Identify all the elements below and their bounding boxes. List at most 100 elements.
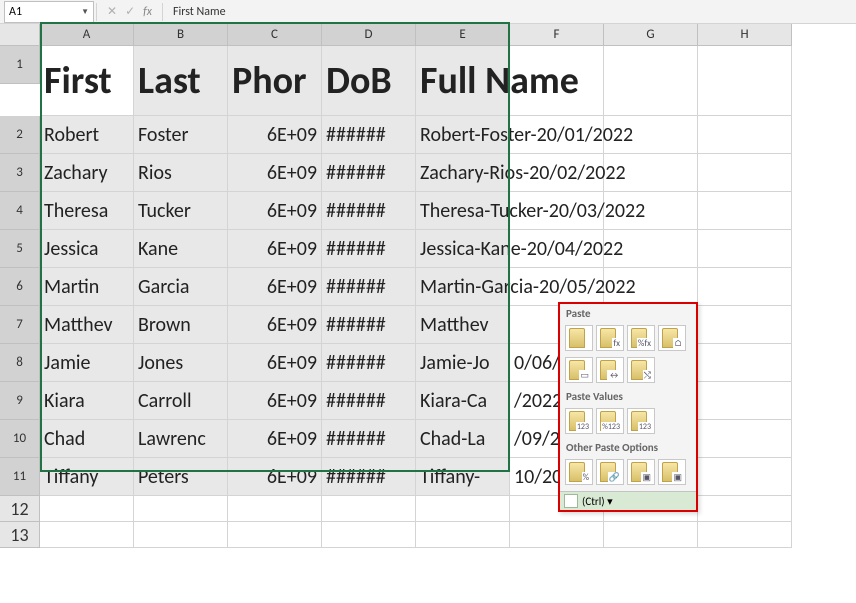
row-header[interactable]: 7 [0, 306, 40, 344]
chevron-down-icon[interactable]: ▼ [81, 7, 89, 17]
cell[interactable] [228, 496, 322, 522]
cell[interactable] [698, 230, 792, 268]
cell[interactable]: Peters [134, 458, 228, 496]
cell[interactable] [698, 116, 792, 154]
column-header[interactable]: C [228, 24, 322, 46]
row-header[interactable]: 1 [0, 46, 40, 84]
cell[interactable]: 6E+09 [228, 382, 322, 420]
paste-keep-colwidths-button[interactable]: ↔ [596, 357, 624, 383]
cell[interactable]: Jamie-Jo [416, 344, 510, 382]
cell[interactable]: Martin-Garcia-20/05/2022 [416, 268, 510, 306]
paste-values-numfmt-button[interactable]: %123 [596, 408, 624, 434]
spreadsheet-grid[interactable]: ABCDEFGH1FirstLastPhorDoBFull Name2Rober… [0, 24, 856, 548]
cell[interactable]: Phor [228, 46, 322, 116]
cell[interactable]: Matthev [40, 306, 134, 344]
cell[interactable]: ###### [322, 382, 416, 420]
fx-icon[interactable]: fx [143, 5, 152, 19]
cell[interactable] [322, 496, 416, 522]
cell[interactable] [698, 344, 792, 382]
cell[interactable]: ###### [322, 230, 416, 268]
cell[interactable]: Tucker [134, 192, 228, 230]
cell[interactable] [228, 522, 322, 548]
cell[interactable]: Garcia [134, 268, 228, 306]
cell[interactable]: Kiara-Ca [416, 382, 510, 420]
row-header[interactable]: 11 [0, 458, 40, 496]
cell[interactable]: Lawrenc [134, 420, 228, 458]
cell[interactable]: ###### [322, 306, 416, 344]
row-header[interactable]: 12 [0, 496, 40, 522]
cell[interactable] [698, 268, 792, 306]
cell[interactable]: 6E+09 [228, 420, 322, 458]
paste-values-sourcefmt-button[interactable]: 123 [627, 408, 655, 434]
cell[interactable]: Brown [134, 306, 228, 344]
cell[interactable] [698, 420, 792, 458]
cell[interactable]: Chad-La [416, 420, 510, 458]
paste-values-button[interactable]: 123 [565, 408, 593, 434]
row-header[interactable]: 8 [0, 344, 40, 382]
cell[interactable]: 6E+09 [228, 192, 322, 230]
column-header[interactable]: G [604, 24, 698, 46]
cell[interactable] [698, 382, 792, 420]
row-header[interactable]: 6 [0, 268, 40, 306]
column-header[interactable]: E [416, 24, 510, 46]
cell[interactable]: Full Name [416, 46, 510, 116]
cell[interactable]: Matthev [416, 306, 510, 344]
cell[interactable]: DoB [322, 46, 416, 116]
row-header[interactable]: 4 [0, 192, 40, 230]
cell[interactable]: Theresa [40, 192, 134, 230]
cell[interactable]: Tiffany [40, 458, 134, 496]
cell[interactable] [698, 192, 792, 230]
cell[interactable]: First [40, 46, 134, 116]
cell[interactable]: Kiara [40, 382, 134, 420]
cell[interactable] [322, 522, 416, 548]
cell[interactable] [698, 46, 792, 116]
cell[interactable] [40, 522, 134, 548]
cell[interactable]: Robert-Foster-20/01/2022 [416, 116, 510, 154]
cell[interactable]: 6E+09 [228, 230, 322, 268]
cell[interactable]: ###### [322, 420, 416, 458]
ctrl-dropdown[interactable]: (Ctrl) ▾ [560, 491, 696, 510]
cell[interactable] [698, 306, 792, 344]
cell[interactable]: Zachary-Rios-20/02/2022 [416, 154, 510, 192]
cell[interactable] [698, 154, 792, 192]
column-header[interactable]: F [510, 24, 604, 46]
cell[interactable]: 6E+09 [228, 154, 322, 192]
column-header[interactable]: B [134, 24, 228, 46]
cell[interactable]: ###### [322, 116, 416, 154]
paste-source-formatting-button[interactable]: ⌂ [658, 325, 686, 351]
cell[interactable]: Zachary [40, 154, 134, 192]
cell[interactable]: 6E+09 [228, 344, 322, 382]
cell[interactable] [416, 522, 510, 548]
cell[interactable]: Kane [134, 230, 228, 268]
cell[interactable]: Foster [134, 116, 228, 154]
column-header[interactable]: A [40, 24, 134, 46]
paste-formatting-button[interactable]: % [565, 459, 593, 485]
cell[interactable]: Jones [134, 344, 228, 382]
cell[interactable]: Jessica-Kane-20/04/2022 [416, 230, 510, 268]
cell[interactable]: 6E+09 [228, 116, 322, 154]
row-header[interactable]: 10 [0, 420, 40, 458]
cell[interactable] [604, 46, 698, 116]
row-header[interactable]: 5 [0, 230, 40, 268]
row-header[interactable]: 2 [0, 116, 40, 154]
paste-formulas-button[interactable]: fx [596, 325, 624, 351]
paste-formulas-numfmt-button[interactable]: %fx [627, 325, 655, 351]
cell[interactable]: Jamie [40, 344, 134, 382]
cell[interactable]: Rios [134, 154, 228, 192]
row-header[interactable]: 9 [0, 382, 40, 420]
column-header[interactable]: D [322, 24, 416, 46]
cell[interactable]: 6E+09 [228, 306, 322, 344]
name-box[interactable]: A1 ▼ [4, 1, 94, 23]
select-all-corner[interactable] [0, 24, 40, 46]
cell[interactable]: Tiffany- [416, 458, 510, 496]
cell[interactable]: 6E+09 [228, 458, 322, 496]
cell[interactable] [698, 496, 792, 522]
cell[interactable]: Last [134, 46, 228, 116]
paste-options-popup[interactable]: Paste fx %fx ⌂ ▭ ↔ ⤭ Paste Values 123 %1… [558, 302, 698, 512]
cell[interactable]: ###### [322, 268, 416, 306]
row-header[interactable]: 13 [0, 522, 40, 548]
formula-input[interactable]: First Name [165, 5, 856, 19]
cell[interactable] [40, 496, 134, 522]
cell[interactable]: Martin [40, 268, 134, 306]
paste-picture-button[interactable]: ▣ [627, 459, 655, 485]
